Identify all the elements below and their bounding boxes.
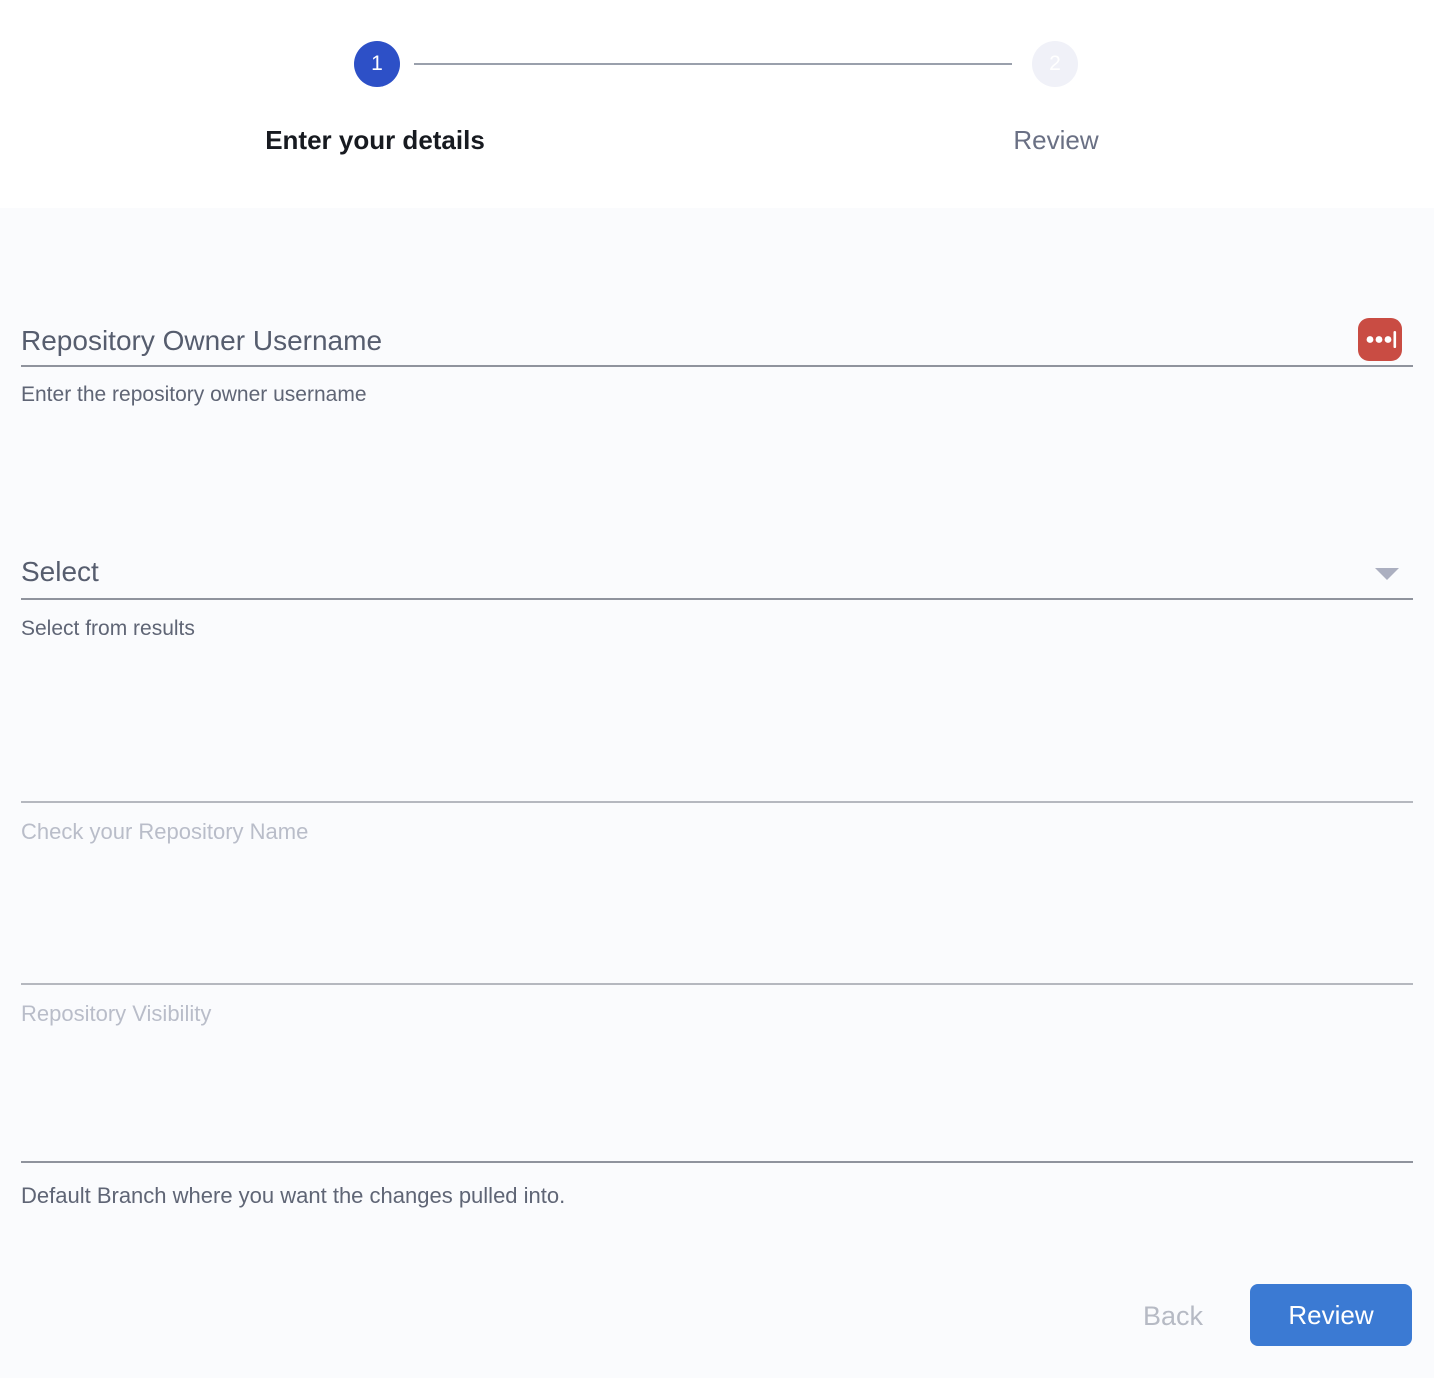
repository-visibility-input[interactable] [21,943,1351,975]
back-button[interactable]: Back [1108,1289,1238,1343]
repository-name-field [21,746,1413,803]
repository-visibility-helper: Repository Visibility [21,1001,211,1027]
repository-owner-username-input[interactable] [21,325,1351,357]
chevron-down-icon [1375,568,1399,580]
default-branch-input[interactable] [21,1121,1351,1153]
repository-name-input[interactable] [21,761,1351,793]
repository-owner-username-field [21,310,1413,367]
password-manager-autofill-icon[interactable] [1358,318,1402,361]
repository-owner-username-helper: Enter the repository owner username [21,382,367,407]
step-1-label: Enter your details [175,126,575,156]
stepper-connector-line [414,63,1012,65]
results-select-helper: Select from results [21,616,195,641]
form-panel: Enter the repository owner username Sele… [0,208,1434,1378]
results-select-dropdown[interactable]: Select [21,543,1413,600]
default-branch-field [21,1106,1413,1163]
step-2-label: Review [856,126,1256,156]
results-select-value: Select [21,556,99,588]
step-2-indicator: 2 [1032,41,1078,87]
repository-name-helper: Check your Repository Name [21,819,308,845]
wizard-stepper-header: 1 2 Enter your details Review [0,0,1434,208]
step-2-number: 2 [1049,52,1061,76]
repository-visibility-field [21,928,1413,985]
step-1-indicator: 1 [354,41,400,87]
review-button[interactable]: Review [1250,1284,1412,1346]
default-branch-helper: Default Branch where you want the change… [21,1183,565,1209]
step-1-number: 1 [371,52,383,76]
